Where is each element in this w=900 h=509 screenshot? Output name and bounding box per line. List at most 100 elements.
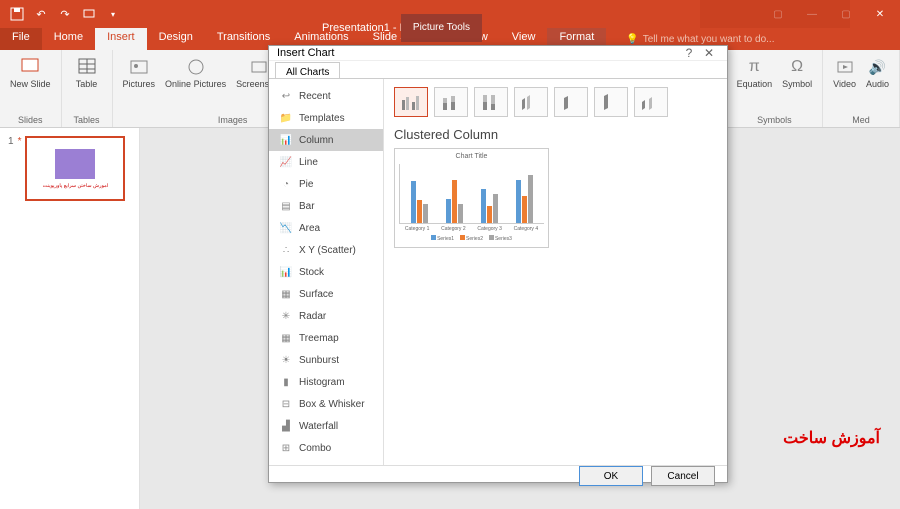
subtype-name: Clustered Column (394, 127, 717, 142)
category-line[interactable]: 📈 Line (269, 151, 383, 173)
subtype-3d-clustered[interactable] (514, 87, 548, 117)
subtype-clustered-column[interactable] (394, 87, 428, 117)
category-icon: ▦ (279, 287, 293, 301)
quick-access-toolbar: ↶ ↷ ▾ (0, 5, 122, 23)
video-button[interactable]: Video (829, 54, 860, 115)
category-label: Templates (299, 113, 345, 124)
slide-number: 1 (8, 136, 14, 201)
category-label: Line (299, 157, 318, 168)
dialog-help-icon[interactable]: ? (679, 46, 699, 60)
category-icon: ✳ (279, 309, 293, 323)
tab-home[interactable]: Home (42, 28, 95, 50)
ribbon-group-symbols: π Equation Ω Symbol Symbols (727, 50, 824, 127)
category-x-y-scatter-[interactable]: ∴X Y (Scatter) (269, 239, 383, 261)
tab-file[interactable]: File (0, 28, 42, 50)
category-label: Pie (299, 179, 313, 190)
category-column[interactable]: 📊Column (269, 129, 383, 151)
screenshot-icon (248, 56, 270, 78)
audio-button[interactable]: 🔊 Audio (862, 54, 893, 115)
close-icon[interactable]: ✕ (864, 4, 896, 24)
category-treemap[interactable]: ▦ Treemap (269, 327, 383, 349)
titlebar-decoration (700, 0, 850, 28)
category-icon: ▮ (279, 375, 293, 389)
category-icon: ⊟ (279, 397, 293, 411)
ribbon-group-tables: Table Tables (62, 50, 113, 127)
chart-subtype-panel: Clustered Column Chart Title Category 1C… (384, 79, 727, 465)
dialog-tabs: All Charts (269, 61, 727, 79)
ok-button[interactable]: OK (579, 466, 643, 486)
group-label: Tables (68, 115, 106, 125)
category-surface[interactable]: ▦Surface (269, 283, 383, 305)
category-combo[interactable]: ⊞Combo (269, 437, 383, 459)
subtype-row (394, 87, 717, 117)
start-slideshow-icon[interactable] (80, 5, 98, 23)
tell-me-placeholder: Tell me what you want to do... (643, 34, 775, 45)
category-bar[interactable]: ▤ Bar (269, 195, 383, 217)
category-label: X Y (Scatter) (299, 245, 356, 256)
category-label: Radar (299, 311, 326, 322)
online-pictures-button[interactable]: Online Pictures (161, 54, 230, 115)
symbol-button[interactable]: Ω Symbol (778, 54, 816, 115)
thumbnail-caption: امورش ساختن سرایع پاورپوینت (43, 183, 108, 189)
category-label: Combo (299, 443, 331, 454)
tab-insert[interactable]: Insert (95, 28, 147, 50)
pictures-button[interactable]: Pictures (119, 54, 160, 115)
category-radar[interactable]: ✳ Radar (269, 305, 383, 327)
equation-icon: π (743, 56, 765, 78)
category-icon: 📉 (279, 221, 293, 235)
category-waterfall[interactable]: ▟Waterfall (269, 415, 383, 437)
subtype-stacked-column[interactable] (434, 87, 468, 117)
tab-design[interactable]: Design (147, 28, 205, 50)
audio-icon: 🔊 (866, 56, 888, 78)
lightbulb-icon: 💡 (626, 34, 638, 45)
subtype-100-stacked-column[interactable] (474, 87, 508, 117)
subtype-3d-column[interactable] (634, 87, 668, 117)
category-box-whisker[interactable]: ⊟Box & Whisker (269, 393, 383, 415)
category-label: Bar (299, 201, 315, 212)
new-slide-button[interactable]: New Slide (6, 54, 55, 115)
insert-chart-dialog: Insert Chart ? ✕ All Charts ↩Recent 📁 Temp… (268, 45, 728, 483)
canvas-overlay-text: آموزش ساخت (783, 428, 880, 448)
preview-chart-area (399, 164, 544, 224)
category-icon: 📈 (279, 155, 293, 169)
preview-legend: Series1Series2Series3 (399, 235, 544, 242)
table-icon (76, 56, 98, 78)
save-icon[interactable] (8, 5, 26, 23)
group-label: Slides (6, 115, 55, 125)
dialog-titlebar: Insert Chart ? ✕ (269, 46, 727, 61)
titlebar: ↶ ↷ ▾ Presentation1 - PowerPoint Picture… (0, 0, 900, 28)
category-label: Treemap (299, 333, 339, 344)
slide-thumbnail-panel: 1 * امورش ساختن سرایع پاورپوینت (0, 128, 140, 509)
category-icon: ▦ (279, 331, 293, 345)
chart-preview[interactable]: Chart Title Category 1Category 2Category… (394, 148, 549, 248)
new-slide-icon (19, 56, 41, 78)
group-label: Symbols (733, 115, 817, 125)
tab-all-charts[interactable]: All Charts (275, 62, 340, 78)
subtype-3d-stacked[interactable] (554, 87, 588, 117)
category-label: Column (299, 135, 333, 146)
cancel-button[interactable]: Cancel (651, 466, 715, 486)
category-icon: 📁 (279, 111, 293, 125)
category-icon: ▟ (279, 419, 293, 433)
category-pie[interactable]: ◔Pie (269, 173, 383, 195)
redo-icon[interactable]: ↷ (56, 5, 74, 23)
dialog-close-icon[interactable]: ✕ (699, 46, 719, 60)
category-sunburst[interactable]: ☀Sunburst (269, 349, 383, 371)
category-histogram[interactable]: ▮Histogram (269, 371, 383, 393)
table-button[interactable]: Table (68, 54, 106, 115)
slide-thumbnail[interactable]: امورش ساختن سرایع پاورپوینت (25, 136, 125, 201)
equation-button[interactable]: π Equation (733, 54, 777, 115)
symbol-icon: Ω (786, 56, 808, 78)
undo-icon[interactable]: ↶ (32, 5, 50, 23)
dialog-body: ↩Recent 📁 Templates 📊Column 📈 Line ◔Pie ▤ Bar 📉Ar… (269, 79, 727, 465)
category-templates[interactable]: 📁 Templates (269, 107, 383, 129)
category-icon: ↩ (279, 89, 293, 103)
category-label: Stock (299, 267, 324, 278)
category-stock[interactable]: 📊Stock (269, 261, 383, 283)
subtype-3d-100-stacked[interactable] (594, 87, 628, 117)
category-area[interactable]: 📉Area (269, 217, 383, 239)
category-recent[interactable]: ↩Recent (269, 85, 383, 107)
qat-more-icon[interactable]: ▾ (104, 5, 122, 23)
category-icon: ▤ (279, 199, 293, 213)
dialog-title: Insert Chart (277, 47, 679, 59)
